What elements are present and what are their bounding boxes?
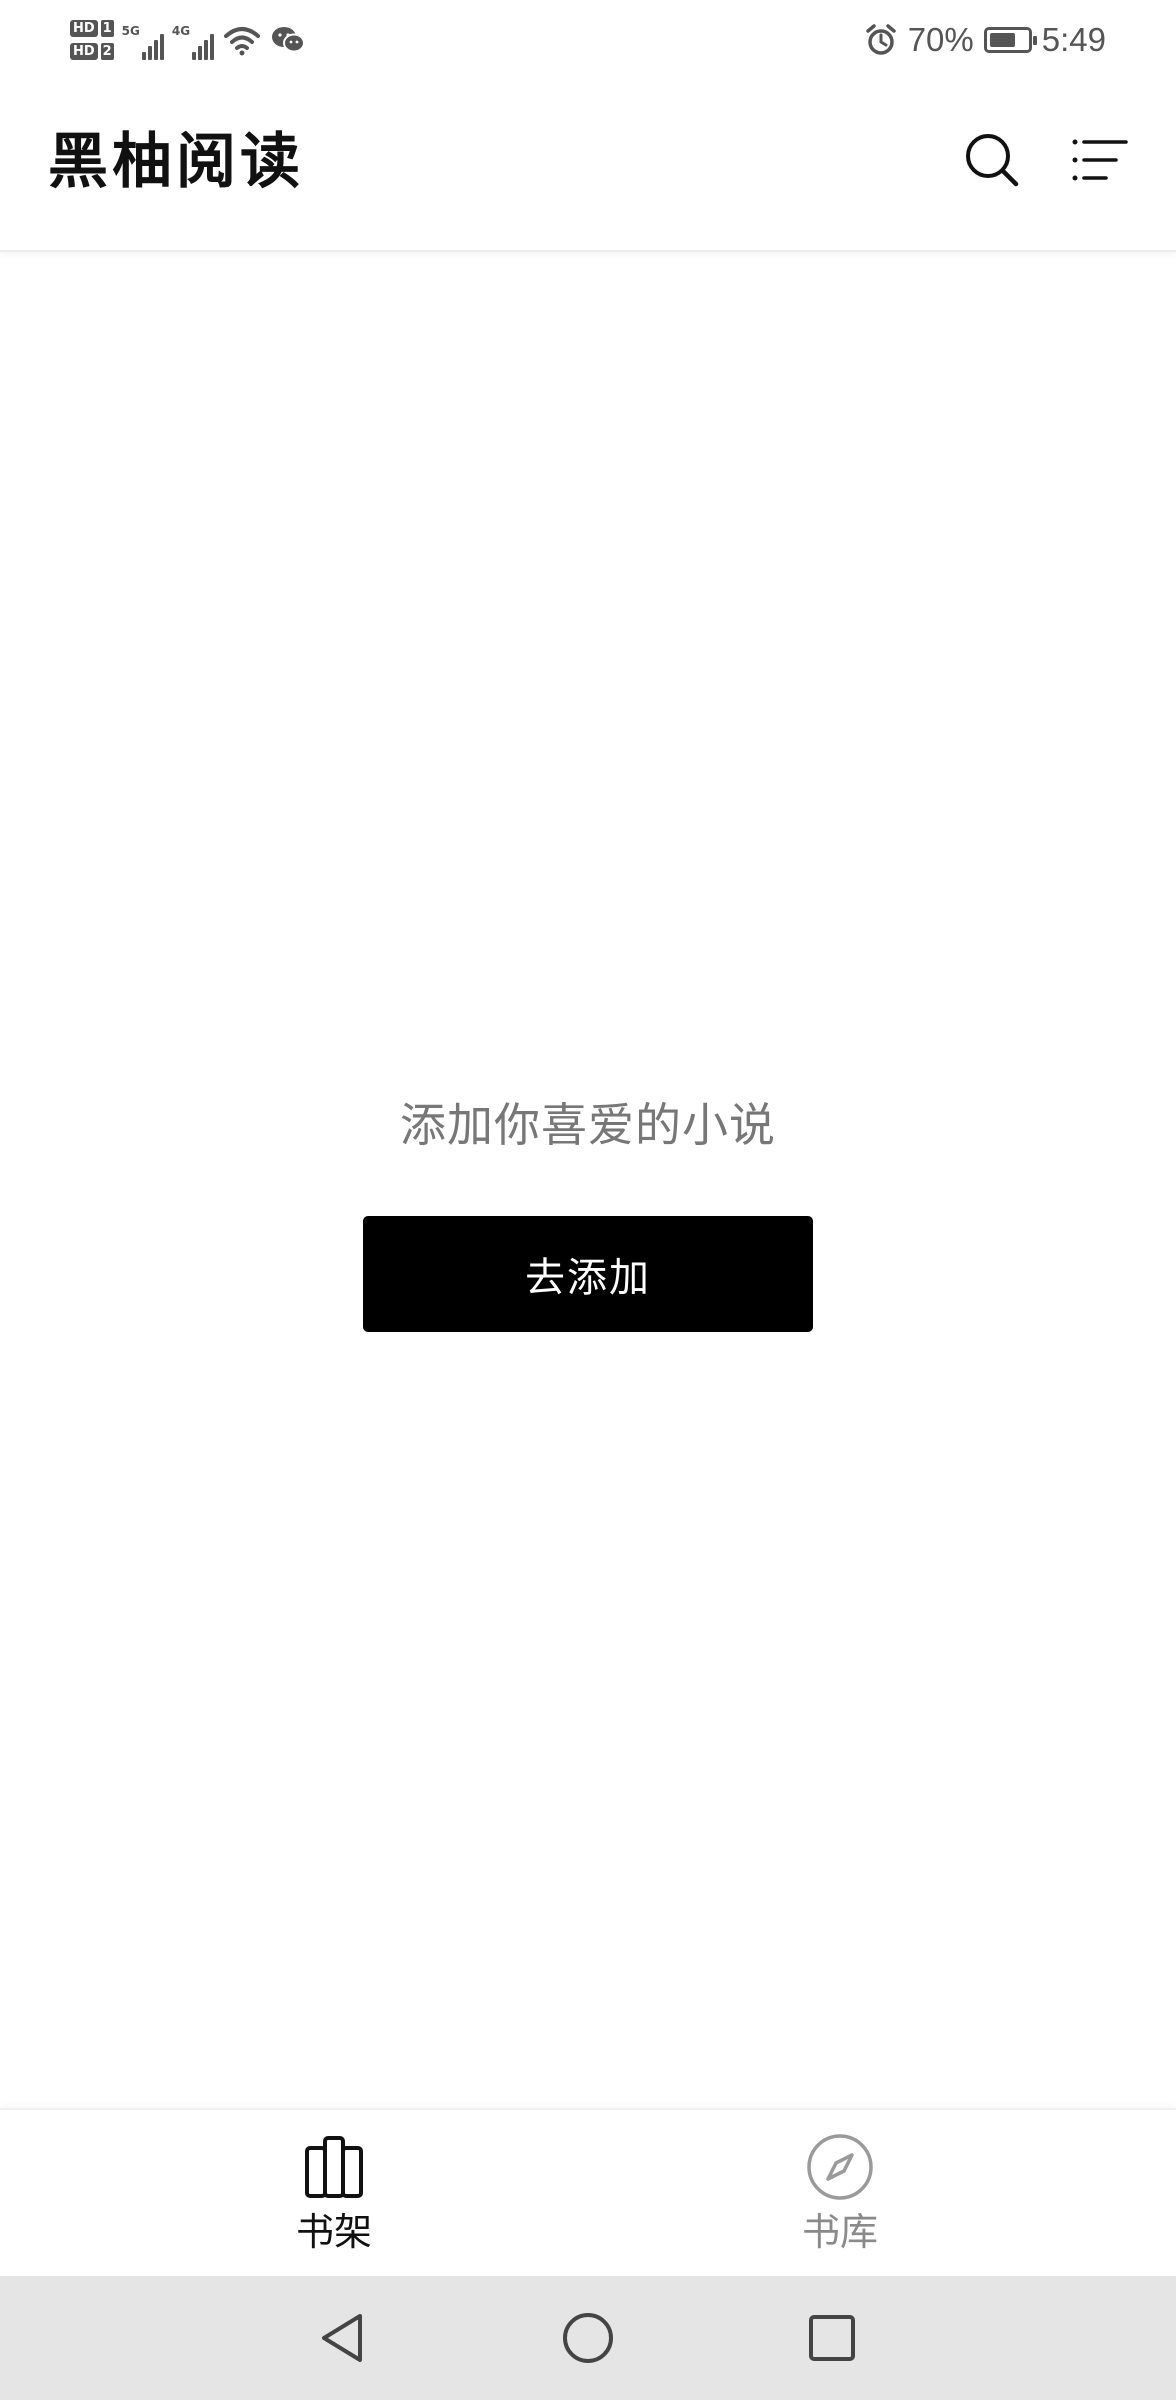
bottom-nav: 书架 书库 xyxy=(0,2108,1176,2278)
signal-bar xyxy=(147,46,152,60)
search-button[interactable] xyxy=(957,125,1027,195)
nav-label-bookshelf: 书架 xyxy=(295,2210,372,2254)
sim1-indicator: HD 1 xyxy=(70,20,114,37)
alarm-icon xyxy=(864,23,898,57)
system-home-button[interactable] xyxy=(548,2298,628,2378)
signal-bar xyxy=(198,46,203,60)
system-nav-bar xyxy=(0,2276,1176,2400)
signal-bar xyxy=(159,34,164,60)
nav-item-bookshelf[interactable]: 书架 xyxy=(234,2132,434,2262)
app-title: 黑柚阅读 xyxy=(48,127,304,197)
add-novel-button[interactable]: 去添加 xyxy=(363,1216,813,1332)
wifi-icon xyxy=(222,24,262,56)
sim1-hd-badge: HD xyxy=(70,20,98,37)
sim2-number: 2 xyxy=(100,43,114,60)
status-left-group: HD 1 HD 2 5G 4G xyxy=(70,10,306,70)
status-bar: HD 1 HD 2 5G 4G 70% 5:49 xyxy=(0,0,1176,80)
clock: 5:49 xyxy=(1041,21,1106,58)
recent-apps-icon xyxy=(809,2315,855,2361)
compass-icon xyxy=(805,2132,875,2202)
signal-bar xyxy=(153,40,158,60)
system-recent-apps-button[interactable] xyxy=(792,2298,872,2378)
sim2-indicator: HD 2 xyxy=(70,43,114,60)
search-icon xyxy=(966,134,1019,187)
bookshelf-icon xyxy=(299,2132,369,2202)
wechat-icon xyxy=(270,25,306,55)
home-icon xyxy=(563,2313,613,2363)
sim2-hd-badge: HD xyxy=(70,43,98,60)
sim-indicators: HD 1 HD 2 xyxy=(70,20,114,60)
system-back-button[interactable] xyxy=(302,2298,382,2378)
signal-bar xyxy=(192,52,197,60)
back-icon xyxy=(322,2314,362,2362)
network-4g-label: 4G xyxy=(171,24,191,38)
empty-state: 添加你喜爱的小说 xyxy=(0,1090,1176,1160)
signal-5g-icon: 5G xyxy=(122,20,164,60)
sim1-number: 1 xyxy=(100,20,114,37)
battery-fill xyxy=(989,33,1015,47)
nav-label-library: 书库 xyxy=(801,2210,878,2254)
status-right-group: 70% 5:49 xyxy=(864,10,1106,70)
menu-icon xyxy=(1072,139,1128,181)
signal-4g-icon: 4G xyxy=(171,20,215,60)
signal-bar xyxy=(141,52,146,60)
battery-icon xyxy=(983,27,1037,53)
nav-item-library[interactable]: 书库 xyxy=(740,2132,940,2262)
app-header: 黑柚阅读 xyxy=(0,80,1176,252)
empty-state-message: 添加你喜爱的小说 xyxy=(400,1098,776,1152)
network-5g-label: 5G xyxy=(121,24,140,38)
signal-bar xyxy=(210,34,215,60)
menu-button[interactable] xyxy=(1065,125,1135,195)
signal-bar xyxy=(204,40,209,60)
battery-percent: 70% xyxy=(907,21,974,58)
